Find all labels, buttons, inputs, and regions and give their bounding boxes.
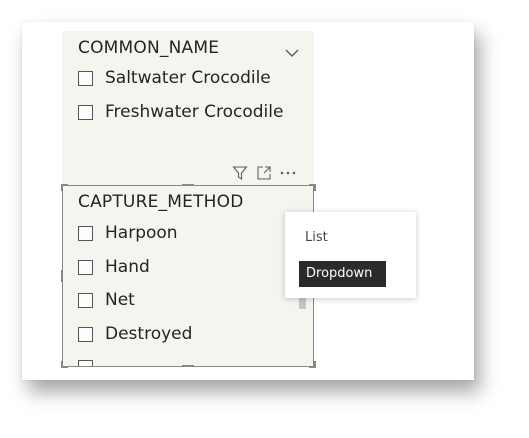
slicer-item[interactable]: Saltwater Crocodile <box>78 66 271 90</box>
checkbox[interactable] <box>78 259 93 275</box>
checkbox[interactable] <box>78 359 93 367</box>
resize-handle-left[interactable] <box>61 270 63 282</box>
slicer-item[interactable]: Hand <box>78 255 150 279</box>
slicer-item-label: Hand <box>105 257 150 277</box>
slicer-item[interactable]: Net <box>78 288 135 312</box>
slicer-item-label: Destroyed <box>105 324 193 344</box>
checkbox[interactable] <box>78 326 93 342</box>
slicer-title: CAPTURE_METHOD <box>78 192 244 212</box>
checkbox[interactable] <box>78 292 93 308</box>
slicer-item-label: Harpoon <box>105 223 178 243</box>
resize-handle-bottom-left[interactable] <box>61 361 68 368</box>
slicer-item[interactable]: Freshwater Crocodile <box>78 100 283 124</box>
checkbox[interactable] <box>78 104 93 120</box>
slicer-title: COMMON_NAME <box>78 38 220 58</box>
chevron-down-icon[interactable] <box>284 43 300 57</box>
resize-handle-top-right[interactable] <box>309 184 316 191</box>
resize-handle-top[interactable] <box>182 184 194 186</box>
slicer-item-label: Net <box>105 290 135 310</box>
slicer-style-menu: List Dropdown <box>285 212 416 298</box>
focus-mode-icon[interactable] <box>252 162 276 184</box>
slicer-item[interactable]: Destroyed <box>78 322 192 346</box>
menu-item-dropdown[interactable]: Dropdown <box>299 261 386 287</box>
slicer-item-label: Freshwater Crocodile <box>105 102 284 122</box>
resize-handle-top-left[interactable] <box>61 184 68 191</box>
checkbox[interactable] <box>78 225 93 241</box>
capture-method-slicer[interactable]: CAPTURE_METHOD Harpoon Hand Net Destroye… <box>62 185 314 367</box>
slicer-item[interactable]: Harpoon <box>78 221 178 245</box>
filter-icon[interactable] <box>228 162 252 184</box>
checkbox[interactable] <box>78 70 93 86</box>
resize-handle-bottom[interactable] <box>182 365 194 367</box>
more-options-icon[interactable] <box>276 162 300 184</box>
menu-item-list[interactable]: List <box>305 230 328 245</box>
slicer-item-partial[interactable] <box>78 355 105 367</box>
slicer-item-label: Saltwater Crocodile <box>105 68 271 88</box>
resize-handle-bottom-right[interactable] <box>309 361 316 368</box>
visual-header <box>228 161 300 185</box>
report-canvas: COMMON_NAME Saltwater Crocodile Freshwat… <box>22 22 474 380</box>
